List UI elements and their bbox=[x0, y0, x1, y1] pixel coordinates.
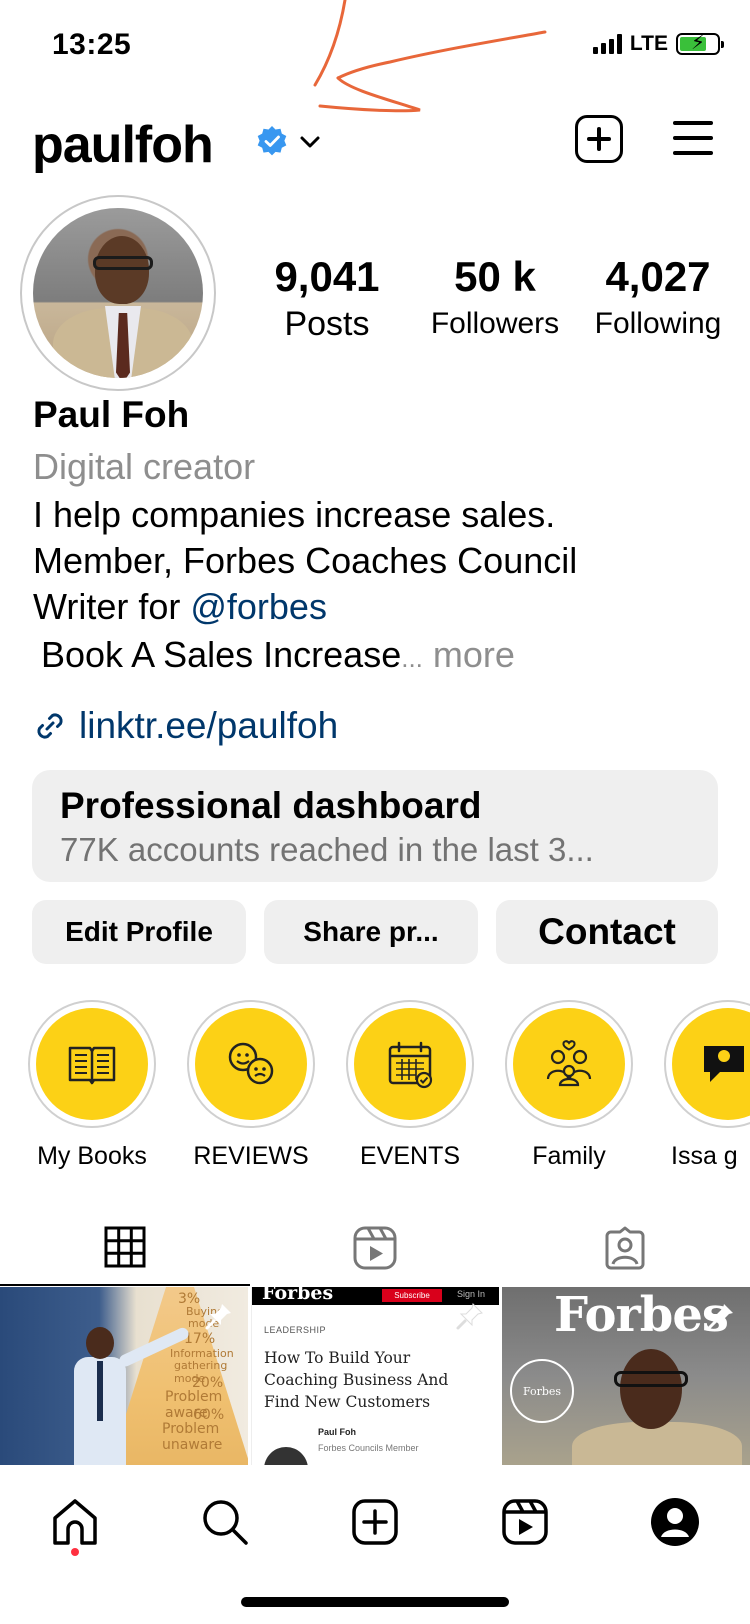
highlight-my-books[interactable]: My Books bbox=[27, 1000, 157, 1170]
notification-dot bbox=[71, 1548, 79, 1556]
more-link[interactable]: more bbox=[423, 634, 515, 675]
share-profile-button[interactable]: Share pr... bbox=[264, 900, 478, 964]
category-label: Digital creator bbox=[33, 446, 256, 487]
profile-actions: Edit Profile Share pr... Contact bbox=[32, 900, 718, 964]
highlight-label: Issa g bbox=[671, 1142, 738, 1170]
pin-icon bbox=[707, 1304, 733, 1330]
link-url: linktr.ee/paulfoh bbox=[79, 705, 339, 746]
post-thumbnail-3[interactable]: Forbes Forbes bbox=[502, 1287, 750, 1465]
display-name: Paul Foh bbox=[33, 394, 190, 435]
link-icon bbox=[37, 713, 63, 739]
nav-home[interactable] bbox=[45, 1492, 105, 1552]
home-indicator bbox=[241, 1597, 509, 1607]
create-icon bbox=[352, 1499, 398, 1545]
calendar-icon bbox=[388, 1041, 433, 1089]
highlight-label: REVIEWS bbox=[193, 1142, 309, 1170]
dashboard-title: Professional dashboard bbox=[60, 785, 482, 826]
signal-icon bbox=[592, 34, 622, 54]
highlight-label: EVENTS bbox=[359, 1142, 461, 1170]
posts-label: Posts bbox=[284, 305, 370, 343]
bio-text: Writer for bbox=[33, 586, 191, 627]
edit-profile-button[interactable]: Edit Profile bbox=[32, 900, 246, 964]
post-grid: 3% Buying mode 17% Information gathering… bbox=[0, 1287, 750, 1465]
following-count: 4,027 bbox=[605, 253, 711, 300]
chat-faces-icon bbox=[228, 1042, 274, 1085]
highlight-issa[interactable]: Issa g bbox=[663, 1000, 750, 1170]
family-icon bbox=[546, 1040, 592, 1087]
posts-count: 9,041 bbox=[274, 253, 380, 300]
post-thumbnail-1[interactable]: 3% Buying mode 17% Information gathering… bbox=[0, 1287, 248, 1465]
followers-count: 50 k bbox=[454, 253, 536, 300]
avatar[interactable] bbox=[20, 195, 216, 391]
highlight-events[interactable]: EVENTS bbox=[345, 1000, 475, 1170]
highlight-reviews[interactable]: REVIEWS bbox=[186, 1000, 316, 1170]
forbes-logo: Forbes bbox=[262, 1287, 334, 1304]
dashboard-subtitle: 77K accounts reached in the last 3... bbox=[60, 831, 594, 868]
nav-profile[interactable] bbox=[645, 1492, 705, 1552]
bio-line: I help companies increase sales. bbox=[33, 494, 556, 535]
highlight-label: Family bbox=[532, 1142, 606, 1170]
highlight-label: My Books bbox=[37, 1142, 147, 1170]
tagged-icon bbox=[605, 1226, 645, 1270]
profile-header: paulfoh bbox=[0, 105, 750, 185]
username-switcher[interactable]: paulfoh bbox=[32, 115, 214, 175]
highlight-family[interactable]: Family bbox=[504, 1000, 634, 1170]
content-tabs bbox=[0, 1210, 750, 1286]
nav-search[interactable] bbox=[195, 1492, 255, 1552]
following-stat[interactable]: 4,027 Following bbox=[583, 252, 733, 346]
bio-text: Book A Sales Increase bbox=[41, 634, 402, 675]
tab-reels[interactable] bbox=[250, 1210, 500, 1286]
story-highlights: My Books REVIEWS EVENTS Family Issa g bbox=[0, 1000, 750, 1170]
forbes-logo: Forbes bbox=[554, 1287, 729, 1343]
tab-tagged[interactable] bbox=[500, 1210, 750, 1286]
nav-reels[interactable] bbox=[495, 1492, 555, 1552]
status-bar: 13:25 LTE ⚡ bbox=[0, 0, 750, 90]
profile-icon bbox=[651, 1498, 699, 1546]
verified-badge-icon bbox=[257, 126, 287, 156]
pin-icon bbox=[205, 1304, 231, 1330]
pin-icon bbox=[456, 1303, 483, 1330]
status-time: 13:25 bbox=[52, 28, 132, 61]
forbes-mention-link[interactable]: @forbes bbox=[190, 586, 327, 627]
post-thumbnail-2[interactable]: Forbes Subscribe Sign In LEADERSHIP How … bbox=[251, 1287, 499, 1465]
bio-line: Book A Sales Increase... more bbox=[33, 630, 723, 683]
followers-stat[interactable]: 50 k Followers bbox=[420, 252, 570, 346]
bio-line: Member, Forbes Coaches Council bbox=[33, 540, 578, 581]
ellipsis: ... bbox=[401, 643, 423, 673]
status-icons: LTE ⚡ bbox=[592, 32, 724, 56]
reels-icon bbox=[502, 1499, 548, 1545]
menu-button[interactable] bbox=[673, 121, 715, 157]
tab-posts[interactable] bbox=[0, 1210, 250, 1286]
new-post-button[interactable] bbox=[575, 115, 623, 163]
nav-create[interactable] bbox=[345, 1492, 405, 1552]
external-link[interactable]: linktr.ee/paulfoh bbox=[33, 705, 338, 747]
grid-icon bbox=[104, 1226, 146, 1268]
network-label: LTE bbox=[629, 32, 668, 55]
chevron-down-icon[interactable] bbox=[298, 130, 322, 154]
speech-bubble-icon bbox=[704, 1046, 744, 1082]
book-icon bbox=[68, 1046, 116, 1085]
battery-icon: ⚡ bbox=[676, 32, 724, 55]
professional-dashboard[interactable]: Professional dashboard 77K accounts reac… bbox=[32, 770, 718, 882]
posts-stat[interactable]: 9,041 Posts bbox=[262, 252, 392, 346]
reels-icon bbox=[353, 1226, 397, 1270]
search-icon bbox=[203, 1500, 248, 1545]
profile-photo bbox=[33, 208, 203, 378]
followers-label: Followers bbox=[430, 307, 560, 340]
contact-button[interactable]: Contact bbox=[496, 900, 718, 964]
profile-bio: Paul Foh Digital creator I help companie… bbox=[33, 392, 723, 683]
home-icon bbox=[53, 1499, 97, 1545]
bottom-navigation bbox=[0, 1470, 750, 1580]
bio-line: Writer for @forbes bbox=[33, 584, 723, 630]
following-label: Following bbox=[594, 307, 722, 340]
